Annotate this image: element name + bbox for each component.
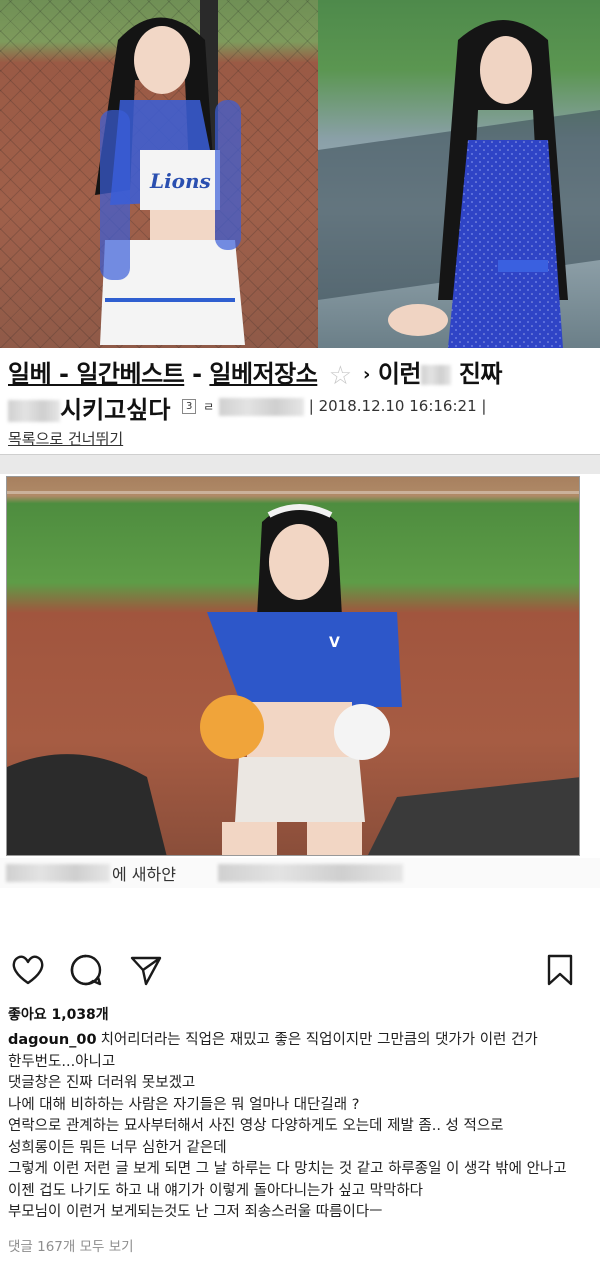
- cheerleader-photo-right: [318, 0, 600, 348]
- likes-count[interactable]: 좋아요 1,038개: [8, 1004, 109, 1024]
- post-title-part1: 이런: [377, 360, 422, 388]
- view-all-comments-link[interactable]: 댓글 167개 모두 보기: [8, 1235, 134, 1255]
- redacted-blur: [420, 365, 451, 385]
- caption-line: 나에 대해 비하하는 사람은 자기들은 뭐 얼마나 대단길래 ?: [8, 1096, 360, 1113]
- caption-line: 이젠 겁도 나기도 하고 내 얘기가 이렇게 돌아다니는가 싶고 막막하다: [8, 1182, 423, 1199]
- author-icon: ㄹ: [203, 400, 215, 414]
- post-meta: 3 ㄹ | 2018.12.10 16:16:21 |: [182, 397, 486, 416]
- photo-caption: 에 새하얀: [0, 858, 600, 888]
- caption-line: 연락으로 관계하는 묘사부터해서 사진 영상 다양하게도 오는데 제발 좀.. …: [8, 1118, 504, 1134]
- heart-icon[interactable]: [8, 950, 48, 990]
- breadcrumb-item-ilbe-best[interactable]: 일베 - 일간베스트: [8, 360, 185, 388]
- post-title-line2: 시키고싶다: [8, 390, 170, 425]
- breadcrumb-separator: -: [184, 360, 210, 388]
- skip-to-list-link[interactable]: 목록으로 건너뛰기: [8, 428, 123, 449]
- caption-line: dagoun_00 치어리더라는 직업은 재밌고 좋은 직업이지만 그만큼의 댓가…: [8, 1030, 594, 1052]
- caption-line-text: 치어리더라는 직업은 재밌고 좋은 직업이지만 그만큼의 댓가가 이런 건가: [100, 1032, 538, 1048]
- share-icon[interactable]: [126, 950, 166, 990]
- svg-text:Lions: Lions: [149, 169, 211, 193]
- breadcrumb-item-ilbe-archive[interactable]: 일베저장소: [209, 360, 317, 388]
- caption-line: 그렇게 이런 저런 글 보게 되면 그 날 하루는 다 망치는 것 같고 하루종…: [8, 1161, 567, 1177]
- breadcrumb: 일베 - 일간베스트 - 일베저장소 ☆ › 이런 진짜: [8, 354, 503, 391]
- redacted-blur: [6, 864, 110, 882]
- comment-icon[interactable]: [66, 950, 106, 990]
- redacted-author: [218, 397, 304, 416]
- caption-line: 한두번도...아니고: [8, 1053, 116, 1070]
- caption-line: 부모님이 이런거 보게되는것도 난 그저 죄송스러울 따름이다ㅡ: [8, 1204, 383, 1220]
- post-header: 일베 - 일간베스트 - 일베저장소 ☆ › 이런 진짜 시키고싶다 3 ㄹ |…: [0, 348, 600, 456]
- cheerleader-figure-right: [318, 20, 600, 348]
- main-cheerleader-photo: V: [6, 476, 580, 856]
- svg-text:V: V: [329, 635, 340, 651]
- post-caption: dagoun_00 치어리더라는 직업은 재밌고 좋은 직업이지만 그만큼의 댓가…: [8, 1030, 594, 1224]
- post-title-part2: 진짜: [458, 360, 503, 388]
- cheerleader-figure-left: Lions: [95, 0, 245, 345]
- top-photo-row: Lions: [0, 0, 600, 348]
- level-badge: 3: [182, 399, 197, 414]
- redacted-blur: [8, 400, 60, 422]
- redacted-blur: [218, 864, 403, 882]
- post-title-text: 시키고싶다: [60, 396, 171, 424]
- photo-caption-text: 에 새하얀: [112, 865, 176, 884]
- bookmark-icon[interactable]: [540, 950, 580, 990]
- header-divider: [0, 454, 600, 474]
- caption-line: 성희롱이든 뭐든 너무 심한거 같은데: [8, 1139, 227, 1156]
- cheerleader-photo-left: Lions: [0, 0, 318, 348]
- star-icon[interactable]: ☆: [325, 361, 355, 391]
- post-datetime: | 2018.12.10 16:16:21 |: [308, 397, 487, 415]
- caption-line: 댓글창은 진짜 더러워 못보겠고: [8, 1075, 196, 1091]
- username-link[interactable]: dagoun_00: [8, 1032, 97, 1048]
- instagram-action-bar: [0, 950, 600, 994]
- cheerleader-figure-main: V: [7, 504, 579, 855]
- breadcrumb-arrow-icon: ›: [363, 364, 370, 385]
